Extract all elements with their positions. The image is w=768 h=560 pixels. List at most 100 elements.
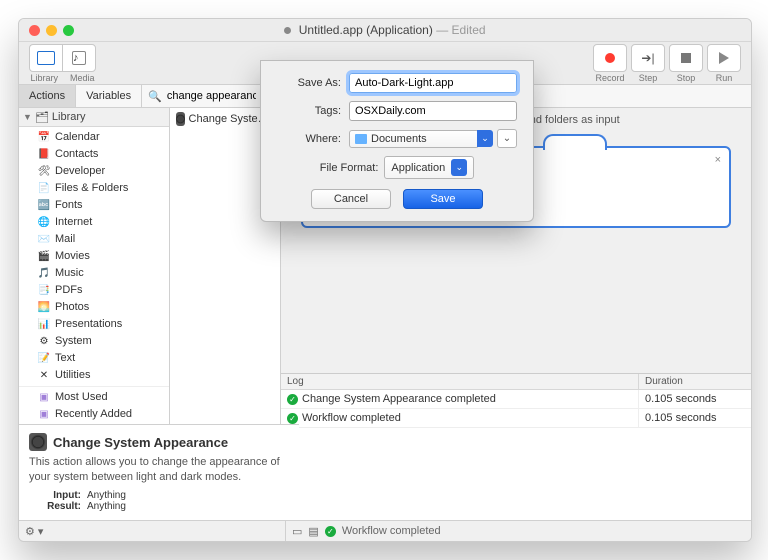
tab-actions[interactable]: Actions xyxy=(19,85,76,107)
step-icon: ➔| xyxy=(641,51,654,65)
where-select[interactable]: Documents xyxy=(349,130,479,148)
action-info-panel: Change System Appearance This action all… xyxy=(19,424,299,520)
tags-input[interactable] xyxy=(349,101,517,121)
record-button[interactable] xyxy=(593,44,627,72)
folder-icon xyxy=(355,134,367,144)
log-duration: 0.105 seconds xyxy=(638,409,751,427)
sidebar-item[interactable]: ✕ Utilities xyxy=(19,367,169,384)
sidebar-item[interactable]: ✉️ Mail xyxy=(19,231,169,248)
sidebar-item-label: Files & Folders xyxy=(55,181,128,196)
media-icon: ♪ xyxy=(72,51,86,65)
automator-window: Untitled.app (Application) — Edited ♪ Li… xyxy=(18,18,752,542)
minimize-icon[interactable] xyxy=(46,25,57,36)
save-button[interactable]: Save xyxy=(403,189,483,209)
disclosure-icon: ▼ xyxy=(23,112,32,122)
sidebar-item-icon: 📊 xyxy=(37,319,51,331)
log-rows: ✓Change System Appearance completed0.105… xyxy=(281,390,751,520)
sidebar-item-label: Photos xyxy=(55,300,89,315)
sidebar-item-label: Text xyxy=(55,351,75,366)
appearance-action-icon xyxy=(176,112,185,126)
doc-dirty-icon xyxy=(284,27,291,34)
search-input[interactable] xyxy=(165,89,258,103)
sidebar-item[interactable]: 📄Files & Folders xyxy=(19,180,169,197)
sidebar-item-label: Music xyxy=(55,266,84,281)
sidebar-item-label: PDFs xyxy=(55,283,83,298)
smart-folder-icon: ▣ xyxy=(37,392,51,404)
sidebar-item[interactable]: 🔤 Fonts xyxy=(19,197,169,214)
sidebar-item[interactable]: 📊Presentations xyxy=(19,316,169,333)
close-step-icon[interactable]: × xyxy=(715,154,721,166)
tags-label: Tags: xyxy=(277,105,341,117)
library-stack-icon: 🗂 xyxy=(35,111,49,124)
media-button[interactable]: ♪ xyxy=(62,44,96,72)
sidebar-item[interactable]: 📝Text xyxy=(19,350,169,367)
sidebar-item-label: Movies xyxy=(55,249,90,264)
file-format-select[interactable]: Application ⌄ xyxy=(384,156,474,179)
sidebar-item-label: Utilities xyxy=(55,368,90,383)
step-button[interactable]: ➔| xyxy=(631,44,665,72)
sidebar-item-label: Mail xyxy=(55,232,75,247)
log-head-msg: Log xyxy=(281,374,638,389)
stop-icon xyxy=(681,53,691,63)
results-toggle-icon[interactable]: ▭ xyxy=(292,525,302,538)
info-title-text: Change System Appearance xyxy=(53,435,228,450)
expand-button[interactable]: ⌄ xyxy=(497,129,517,148)
status-check-icon: ✓ xyxy=(325,526,336,537)
where-label: Where: xyxy=(277,133,341,145)
sidebar-library-header[interactable]: ▼ 🗂 Library xyxy=(19,108,169,127)
log-toggle-icon[interactable]: ▤ xyxy=(308,525,318,538)
sidebar-item[interactable]: 📑 PDFs xyxy=(19,282,169,299)
record-icon xyxy=(605,53,615,63)
sidebar-smart-folder[interactable]: ▣Recently Added xyxy=(19,406,169,423)
sidebar-smart-folder[interactable]: ▣Most Used xyxy=(19,389,169,406)
title-name: Untitled.app xyxy=(299,23,363,37)
log-duration: 0.105 seconds xyxy=(638,390,751,408)
info-result-label: Result: xyxy=(29,501,81,512)
gear-icon xyxy=(29,433,47,451)
sidebar-item[interactable]: 🛠Developer xyxy=(19,163,169,180)
record-label: Record xyxy=(595,73,624,83)
log-header: Log Duration xyxy=(281,374,751,390)
sidebar-item-icon: ⚙ xyxy=(37,336,51,348)
sidebar-item-icon: 📕 xyxy=(37,149,51,161)
info-input-label: Input: xyxy=(29,490,81,501)
sidebar-item-icon: 🛠 xyxy=(37,166,51,178)
sidebar-item[interactable]: ⚙System xyxy=(19,333,169,350)
sidebar-item-label: Recently Added xyxy=(55,407,132,422)
workflow-step-connector xyxy=(543,134,607,150)
zoom-icon[interactable] xyxy=(63,25,74,36)
sidebar-item-icon: 🔤 xyxy=(37,200,51,212)
tab-variables[interactable]: Variables xyxy=(76,85,142,107)
close-icon[interactable] xyxy=(29,25,40,36)
sidebar-item[interactable]: 📕Contacts xyxy=(19,146,169,163)
sidebar-item[interactable]: 🌐Internet xyxy=(19,214,169,231)
sidebar-item-icon: ✉️ xyxy=(37,234,51,246)
save-as-input[interactable] xyxy=(349,73,517,93)
run-button[interactable] xyxy=(707,44,741,72)
gear-menu-icon[interactable]: ⚙ ▾ xyxy=(25,525,43,538)
window-title: Untitled.app (Application) — Edited xyxy=(284,23,485,37)
cancel-button[interactable]: Cancel xyxy=(311,189,391,209)
sidebar-item-label: Internet xyxy=(55,215,92,230)
format-dropdown-icon[interactable]: ⌄ xyxy=(451,159,467,176)
sidebar-item-label: Fonts xyxy=(55,198,83,213)
sidebar-item[interactable]: 🎵Music xyxy=(19,265,169,282)
bottom-left: ⚙ ▾ xyxy=(25,521,286,541)
sidebar-item-icon: ✕ xyxy=(37,370,51,382)
library-button[interactable] xyxy=(29,44,62,72)
stop-button[interactable] xyxy=(669,44,703,72)
sidebar-item[interactable]: 📅Calendar xyxy=(19,129,169,146)
title-type: (Application) xyxy=(366,23,433,37)
file-format-value: Application xyxy=(391,162,445,174)
window-controls xyxy=(29,25,74,36)
info-input-value: Anything xyxy=(87,490,126,501)
play-icon xyxy=(719,52,729,64)
sidebar-item[interactable]: 🎬Movies xyxy=(19,248,169,265)
sidebar-header-label: Library xyxy=(52,111,86,123)
sidebar-item-label: Calendar xyxy=(55,130,100,145)
title-status: — Edited xyxy=(436,23,485,37)
search-field-wrap: 🔍 xyxy=(142,85,264,107)
sidebar-item[interactable]: 🌅Photos xyxy=(19,299,169,316)
where-dropdown-icon[interactable]: ⌄ xyxy=(477,130,493,147)
sidebar-item-icon: 📑 xyxy=(37,285,51,297)
